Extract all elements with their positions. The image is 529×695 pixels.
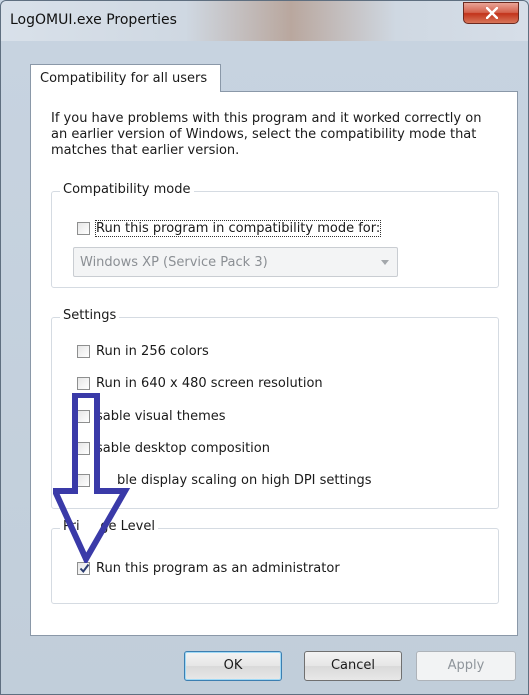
settings-legend: Settings [60,308,120,323]
title-bar[interactable]: LogOMUI.exe Properties [1,1,528,41]
compatibility-mode-label: Run this program in compatibility mode f… [94,220,382,237]
tab-compatibility-all-users[interactable]: Compatibility for all users [30,64,221,92]
cancel-button[interactable]: Cancel [304,651,402,681]
settings-item[interactable]: Run in 640 x 480 screen resolution [77,376,377,394]
compatibility-os-select[interactable]: Windows XP (Service Pack 3) [73,247,398,277]
tab-label: Compatibility for all users [40,71,208,86]
settings-item-label: ble display scaling on high DPI settings [117,473,372,488]
settings-item-label: Run in 640 x 480 screen resolution [96,376,323,391]
compatibility-mode-checkbox[interactable] [77,222,90,235]
run-as-admin-label: Run this program as an administrator [96,561,340,576]
window-title: LogOMUI.exe Properties [10,12,177,28]
settings-item-label: Run in 256 colors [96,344,209,359]
run-as-admin-checkbox[interactable] [77,562,90,575]
compatibility-mode-checkbox-row[interactable]: Run this program in compatibility mode f… [77,220,407,239]
compatibility-os-select-value: Windows XP (Service Pack 3) [80,255,268,270]
apply-button[interactable]: Apply [416,651,516,681]
run-as-admin-row[interactable]: Run this program as an administrator [77,561,377,579]
settings-checkbox[interactable] [77,377,90,390]
compatibility-mode-legend: Compatibility mode [60,182,194,197]
annotation-arrow-icon [53,393,131,563]
settings-item[interactable]: Run in 256 colors [77,344,377,362]
close-icon [486,7,498,19]
properties-dialog: LogOMUI.exe Properties Compatibility for… [0,0,529,695]
intro-text: If you have problems with this program a… [51,111,482,158]
checkmark-icon [79,563,90,574]
ok-button[interactable]: OK [184,651,282,681]
settings-checkbox[interactable] [77,345,90,358]
chevron-down-icon [381,260,389,265]
close-button[interactable] [463,2,519,24]
